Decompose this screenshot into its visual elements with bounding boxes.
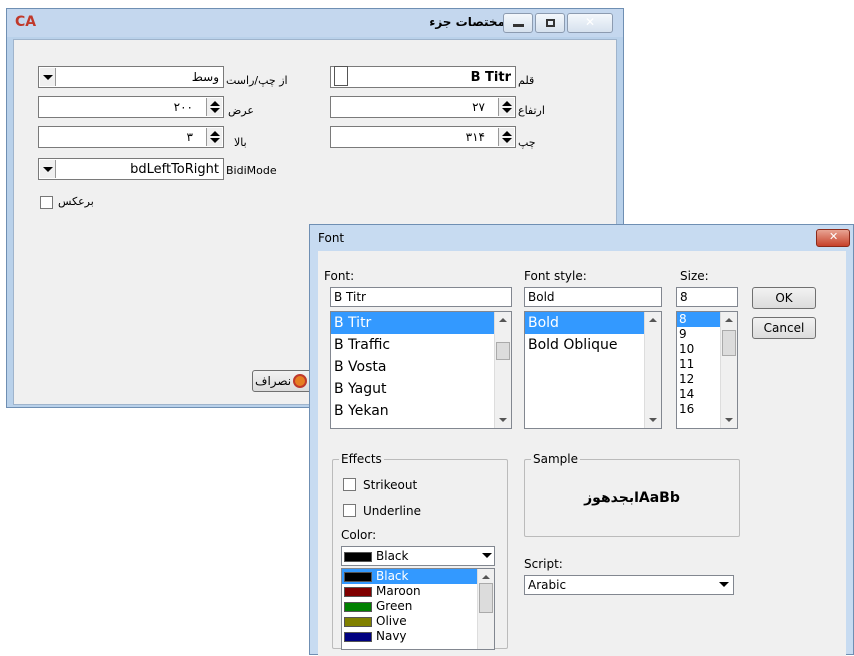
spin-buttons[interactable] [206,128,222,146]
align-combo[interactable]: وسط [38,66,224,88]
color-list-item[interactable]: Black [342,569,494,584]
app-logo-icon: CA [15,14,37,30]
reverse-checkbox[interactable] [40,196,53,209]
font-size-input[interactable]: 8 [676,287,738,307]
dialog-title: Font [318,231,345,245]
script-label: Script: [524,557,563,571]
ok-button[interactable]: OK [752,287,816,309]
width-spin[interactable]: ۲۰۰ [38,96,224,118]
strikeout-checkbox[interactable] [343,478,356,491]
chevron-down-icon[interactable] [40,68,56,86]
font-dialog: Font ✕ Font: B Titr B Titr B Traffic B Vos… [309,224,854,656]
top-label: بالا [234,136,247,149]
sample-group: Sample ابجدهوزAaBb [524,452,740,537]
spin-buttons[interactable] [498,98,514,116]
minimize-button[interactable] [503,13,533,33]
scrollbar[interactable] [477,569,494,649]
underline-label: Underline [363,504,421,518]
spin-buttons[interactable] [206,98,222,116]
maximize-button[interactable] [535,13,565,33]
color-swatch [344,601,372,612]
font-name-input[interactable]: B Titr [330,287,512,307]
left-spin[interactable]: ۳۱۴ [330,126,516,148]
close-icon: ✕ [829,230,839,243]
cancel-button[interactable]: Cancel [752,317,816,339]
font-picker-button[interactable] [334,66,348,86]
size-label: Size: [680,269,709,283]
font-size-list[interactable]: 8 9 10 11 12 14 16 [676,311,738,429]
bidi-combo[interactable]: bdLeftToRight [38,158,224,180]
font-style-list[interactable]: Bold Bold Oblique [524,311,662,429]
color-swatch [344,571,372,582]
effects-group: Effects Strikeout Underline Color: Black… [332,452,508,650]
color-label: Color: [341,528,377,542]
font-list-item[interactable]: B Yagut [331,378,511,400]
effects-label: Effects [339,452,384,466]
underline-checkbox[interactable] [343,504,356,517]
spin-buttons[interactable] [498,128,514,146]
cancel-icon [293,374,307,388]
font-label: Font: [324,269,355,283]
color-swatch [344,631,372,642]
style-label: Font style: [524,269,587,283]
scrollbar[interactable] [494,312,511,428]
color-list-item[interactable]: Maroon [342,584,494,599]
window-title: مختصات جزء [429,15,505,29]
color-swatch [344,616,372,627]
strikeout-label: Strikeout [363,478,418,492]
font-dialog-body: Font: B Titr B Titr B Traffic B Vosta B Yag… [318,251,846,656]
cancel-button[interactable]: نصراف [252,370,312,392]
font-label: قلم [518,74,535,87]
sample-label: Sample [531,452,580,466]
font-name-list[interactable]: B Titr B Traffic B Vosta B Yagut B Yekan [330,311,512,429]
script-combo[interactable]: Arabic [524,575,734,595]
align-label: از چپ/راست [226,74,288,87]
close-button[interactable]: ✕ [567,13,613,33]
close-button[interactable]: ✕ [816,229,850,247]
maximize-icon [546,19,555,27]
height-spin[interactable]: ۲۷ [330,96,516,118]
style-list-item[interactable]: Bold Oblique [525,334,661,356]
chevron-down-icon [719,582,729,587]
color-combo[interactable]: Black [341,546,495,566]
title-bar: CA مختصات جزء ✕ [7,9,623,37]
chevron-down-icon [482,553,492,558]
bidi-label: BidiMode [226,164,277,177]
color-list-item[interactable]: Olive [342,614,494,629]
chevron-down-icon[interactable] [40,160,56,178]
color-swatch [344,586,372,597]
color-list-item[interactable]: Green [342,599,494,614]
font-list-item[interactable]: B Yekan [331,400,511,422]
font-list-item[interactable]: B Titr [331,312,511,334]
left-label: چپ [518,136,536,149]
scrollbar[interactable] [720,312,737,428]
minimize-icon [513,24,524,27]
top-spin[interactable]: ۳ [38,126,224,148]
width-label: عرض [228,104,254,117]
sample-text: ابجدهوزAaBb [584,490,680,506]
font-style-input[interactable]: Bold [524,287,662,307]
color-dropdown-list[interactable]: Black Maroon Green Olive Navy [341,568,495,650]
font-list-item[interactable]: B Vosta [331,356,511,378]
font-field[interactable]: B Titr [330,66,516,88]
close-icon: ✕ [585,15,596,29]
font-list-item[interactable]: B Traffic [331,334,511,356]
color-list-item[interactable]: Navy [342,629,494,644]
scrollbar[interactable] [644,312,661,428]
reverse-label: برعکس [58,195,94,208]
style-list-item[interactable]: Bold [525,312,661,334]
height-label: ارتفاع [518,104,545,117]
